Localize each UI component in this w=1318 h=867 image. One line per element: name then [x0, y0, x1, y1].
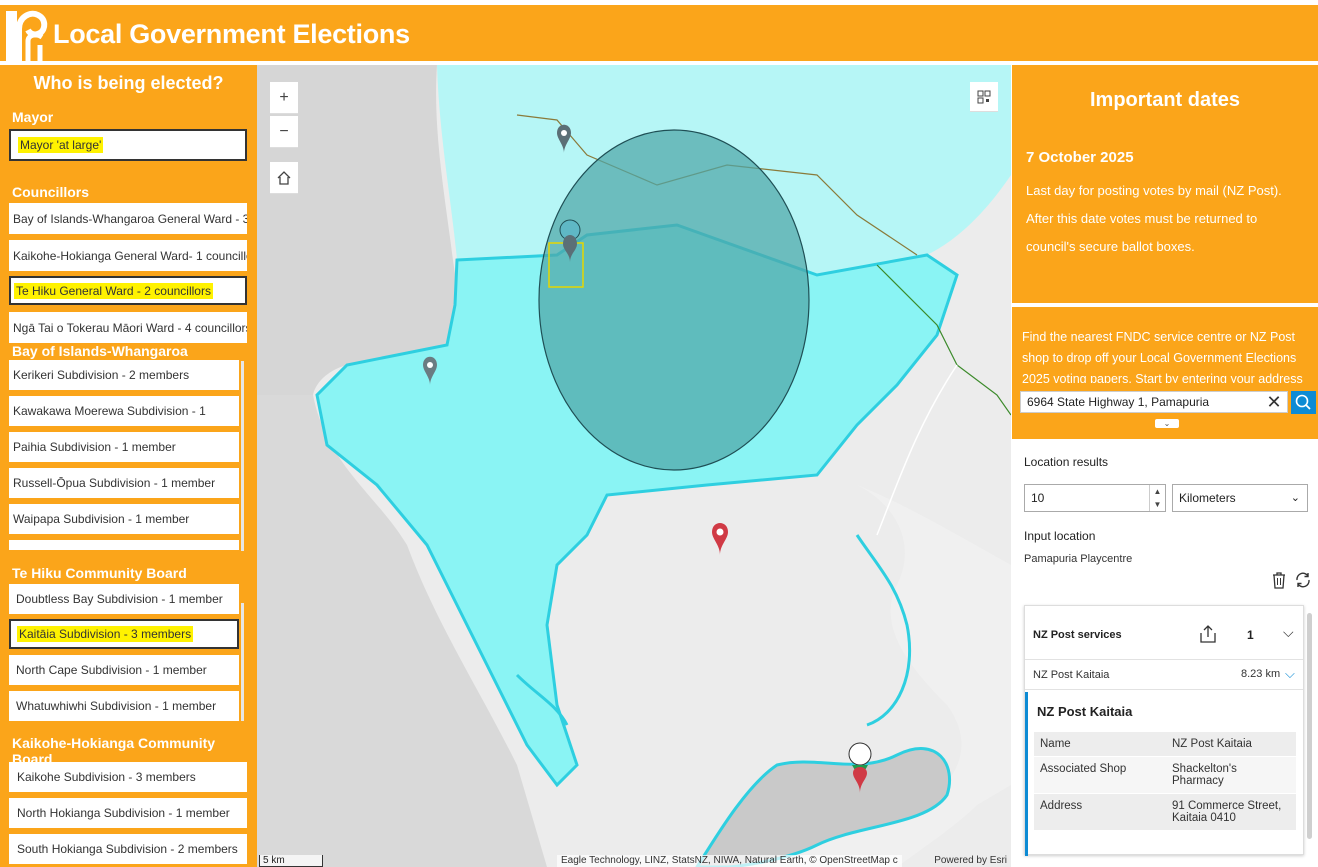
- home-icon: [277, 170, 291, 185]
- tehiku-board-heading: Te Hiku Community Board: [12, 565, 187, 581]
- distance-stepper[interactable]: ▲ ▼: [1149, 485, 1165, 511]
- list-item-kerikeri[interactable]: Kerikeri Subdivision - 2 members: [9, 360, 239, 390]
- chevron-down-icon[interactable]: ⌵: [1285, 666, 1295, 682]
- list-item-whatuwhiwhi[interactable]: Whatuwhiwhi Subdivision - 1 member: [9, 691, 239, 721]
- panel-title: Who is being elected?: [33, 73, 224, 93]
- list-item-kaikohe[interactable]: Kaikohe Subdivision - 3 members: [9, 762, 247, 792]
- map-pin: [712, 523, 728, 555]
- sea-area: [257, 65, 461, 395]
- tehiku-scrollbar[interactable]: [241, 603, 244, 721]
- result-card-header[interactable]: NZ Post services 1 ⌵: [1025, 606, 1303, 660]
- result-row[interactable]: NZ Post Kaitaia 8.23 km ⌵: [1025, 660, 1303, 690]
- chevron-down-icon: ⌄: [1163, 419, 1171, 428]
- result-distance: 8.23 km: [1241, 668, 1281, 680]
- list-item-north-hokianga[interactable]: North Hokianga Subdivision - 1 member: [9, 798, 247, 828]
- attribute-label: Associated Shop: [1034, 756, 1166, 794]
- table-row: Associated Shop Shackelton's Pharmacy: [1034, 756, 1296, 794]
- list-item-kawakawa[interactable]: Kawakawa Moerewa Subdivision - 1: [9, 396, 239, 426]
- chevron-down-icon[interactable]: ⌵: [1283, 624, 1294, 641]
- attribute-value: NZ Post Kaitaia: [1166, 732, 1296, 757]
- list-item-doubtless-bay[interactable]: Doubtless Bay Subdivision - 1 member: [9, 584, 239, 614]
- chevron-down-icon: ⌄: [1290, 492, 1300, 504]
- share-icon[interactable]: [1197, 623, 1219, 645]
- elections-list-panel: Who is being elected? Mayor Mayor 'at la…: [0, 65, 257, 867]
- result-card: NZ Post services 1 ⌵ NZ Post Kaitaia 8.2…: [1024, 605, 1304, 856]
- map-view[interactable]: + − 5 km Eagle Technology, LINZ, StatsNZ…: [257, 65, 1011, 867]
- important-date-text: Last day for posting votes by mail (NZ P…: [1026, 183, 1282, 254]
- important-dates-title: Important dates: [1089, 89, 1241, 111]
- search-button[interactable]: [1291, 391, 1316, 414]
- input-location-value: Pamapuria Playcentre: [1024, 553, 1133, 565]
- address-search-input[interactable]: 6964 State Highway 1, Pamapuria: [1020, 391, 1288, 413]
- search-icon: [1295, 394, 1311, 410]
- list-item-mayor[interactable]: Mayor 'at large': [9, 129, 247, 161]
- search-radius-circle: [538, 129, 810, 471]
- list-item-boi-ward[interactable]: Bay of Islands-Whangaroa General Ward - …: [9, 203, 247, 234]
- result-detail: NZ Post Kaitaia Name NZ Post Kaitaia Ass…: [1025, 692, 1303, 856]
- delete-button[interactable]: [1268, 571, 1290, 593]
- app-title: Local Government Elections: [53, 19, 410, 49]
- list-item-kaikohe-ward[interactable]: Kaikohe-Hokianga General Ward- 1 council…: [9, 240, 247, 271]
- attribute-value: Shackelton's Pharmacy: [1166, 756, 1296, 794]
- app-header: Local Government Elections: [0, 5, 1318, 63]
- refresh-button[interactable]: [1292, 571, 1314, 593]
- zoom-out-button[interactable]: −: [270, 116, 298, 148]
- qr-code-button[interactable]: [970, 82, 998, 112]
- list-item-kaitaia[interactable]: Kaitāia Subdivision - 3 members: [9, 619, 239, 649]
- attribute-label: Address: [1034, 793, 1166, 831]
- list-item-waipapa[interactable]: Waipapa Subdivision - 1 member: [9, 504, 239, 534]
- table-row: Address 91 Commerce Street, Kaitaia 0410: [1034, 793, 1296, 831]
- boi-scrollbar[interactable]: [241, 361, 244, 551]
- list-item-russell[interactable]: Russell-Ōpua Subdivision - 1 member: [9, 468, 239, 498]
- collapse-toggle[interactable]: ⌄: [1155, 419, 1179, 428]
- boi-heading: Bay of Islands-Whangaroa: [12, 343, 188, 359]
- councillors-heading: Councillors: [12, 184, 90, 200]
- result-group-title: NZ Post services: [1033, 629, 1122, 641]
- scale-bar: 5 km: [259, 855, 323, 867]
- result-count: 1: [1247, 628, 1254, 642]
- list-item-north-cape[interactable]: North Cape Subdivision - 1 member: [9, 655, 239, 685]
- result-name: NZ Post Kaitaia: [1033, 669, 1110, 681]
- location-finder: Find the nearest FNDC service centre or …: [1012, 307, 1318, 439]
- important-dates-panel: Important dates 7 October 2025 Last day …: [1012, 65, 1318, 303]
- attribute-value: 91 Commerce Street, Kaitaia 0410: [1166, 793, 1296, 831]
- trash-icon: [1273, 572, 1285, 589]
- list-item-maori-ward[interactable]: Ngā Tai o Tokerau Māori Ward - 4 council…: [9, 312, 247, 343]
- stepper-up-icon[interactable]: ▲: [1150, 485, 1165, 498]
- refresh-icon: [1296, 572, 1310, 588]
- list-item-south-hokianga[interactable]: South Hokianga Subdivision - 2 members: [9, 834, 247, 864]
- unit-select[interactable]: Kilometers ⌄: [1172, 484, 1308, 512]
- list-item-paihia[interactable]: Paihia Subdivision - 1 member: [9, 432, 239, 462]
- qr-code-icon: [977, 90, 991, 103]
- council-logo-icon: [6, 10, 48, 61]
- result-detail-title: NZ Post Kaitaia: [1037, 704, 1133, 719]
- distance-input[interactable]: 10: [1024, 484, 1166, 512]
- home-button[interactable]: [270, 162, 298, 194]
- table-row: Name NZ Post Kaitaia: [1034, 732, 1296, 757]
- powered-by[interactable]: Powered by Esri: [934, 855, 1007, 867]
- list-item-partial[interactable]: [9, 540, 239, 550]
- close-icon: ✕: [1266, 392, 1282, 412]
- list-item-tehiku-ward[interactable]: Te Hiku General Ward - 2 councillors: [9, 276, 247, 305]
- important-date: 7 October 2025: [1026, 149, 1134, 166]
- stepper-down-icon[interactable]: ▼: [1150, 498, 1165, 511]
- map-canvas[interactable]: [257, 65, 1011, 867]
- finder-instructions: Find the nearest FNDC service centre or …: [1022, 330, 1303, 383]
- attribute-table: Name NZ Post Kaitaia Associated Shop Sha…: [1034, 732, 1296, 831]
- info-panel: Important dates 7 October 2025 Last day …: [1011, 65, 1318, 867]
- mayor-heading: Mayor: [12, 109, 54, 125]
- map-attribution: Eagle Technology, LINZ, StatsNZ, NIWA, N…: [557, 855, 902, 867]
- zoom-in-button[interactable]: +: [270, 82, 298, 114]
- input-location-label: Input location: [1024, 529, 1096, 543]
- location-results-label: Location results: [1024, 455, 1109, 469]
- clear-search-button[interactable]: ✕: [1262, 391, 1286, 413]
- results-scrollbar[interactable]: [1307, 613, 1312, 839]
- attribute-label: Name: [1034, 732, 1166, 757]
